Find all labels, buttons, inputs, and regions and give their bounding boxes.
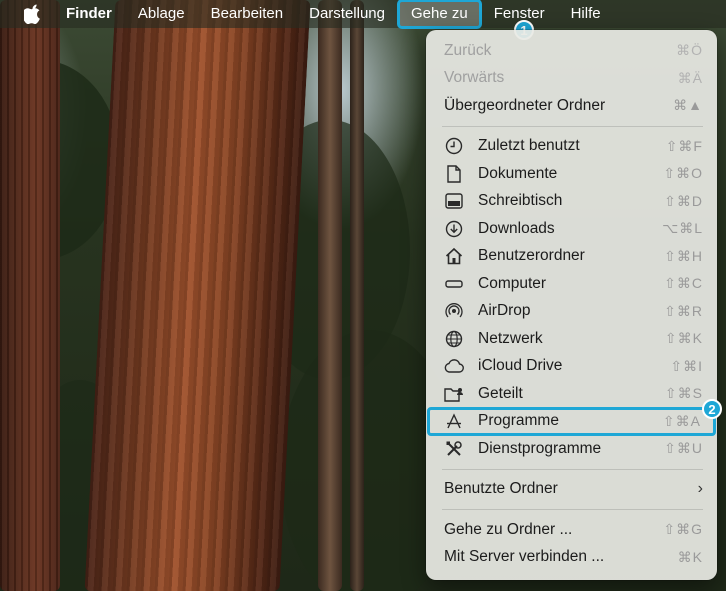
menu-item-home[interactable]: Benutzerordner ⇧⌘H bbox=[426, 243, 717, 271]
menu-item-label: Übergeordneter Ordner bbox=[444, 96, 606, 114]
menu-item-label: Vorwärts bbox=[444, 69, 505, 87]
menu-bearbeiten[interactable]: Bearbeiten bbox=[198, 0, 297, 28]
menu-item-downloads[interactable]: Downloads ⌥⌘L bbox=[426, 215, 717, 243]
clock-icon bbox=[444, 136, 464, 156]
menu-item-computer[interactable]: Computer ⇧⌘C bbox=[426, 270, 717, 298]
menu-item-label: Mit Server verbinden ... bbox=[444, 548, 605, 566]
desktop-icon bbox=[444, 191, 464, 211]
menu-item-shortcut: ⇧⌘K bbox=[664, 330, 703, 347]
menu-gehe-zu[interactable]: Gehe zu bbox=[397, 0, 482, 29]
menu-item-utilities[interactable]: Dienstprogramme ⇧⌘U bbox=[426, 435, 717, 463]
menu-item-shortcut: ⇧⌘I bbox=[670, 357, 703, 374]
menu-item-shortcut: ⇧⌘U bbox=[664, 440, 703, 457]
applications-icon bbox=[444, 411, 464, 431]
menu-item-shortcut: ⌘Ä bbox=[677, 69, 703, 86]
menu-item-network[interactable]: Netzwerk ⇧⌘K bbox=[426, 325, 717, 353]
menu-item-recents[interactable]: Zuletzt benutzt ⇧⌘F bbox=[426, 133, 717, 161]
menu-item-shortcut: ⌘Ö bbox=[676, 42, 703, 59]
menu-item-label: Computer bbox=[478, 274, 547, 292]
menu-item-shortcut: ⇧⌘G bbox=[663, 521, 703, 538]
menu-finder[interactable]: Finder bbox=[66, 0, 125, 28]
menu-item-label: Zuletzt benutzt bbox=[478, 137, 580, 155]
menu-bar: Finder Ablage Bearbeiten Darstellung Geh… bbox=[0, 0, 726, 29]
shared-folder-icon bbox=[444, 384, 464, 404]
menu-darstellung[interactable]: Darstellung bbox=[296, 0, 398, 28]
menu-item-label: Dokumente bbox=[478, 164, 558, 182]
utilities-icon bbox=[444, 439, 464, 459]
menu-item-label: Benutzte Ordner bbox=[444, 480, 558, 498]
menu-item-label: iCloud Drive bbox=[478, 357, 563, 375]
home-icon bbox=[444, 246, 464, 266]
menu-item-shortcut: ⇧⌘A bbox=[662, 412, 701, 429]
menu-item-label: Benutzerordner bbox=[478, 247, 585, 265]
menu-item-go-to-folder[interactable]: Gehe zu Ordner ... ⇧⌘G bbox=[426, 516, 717, 544]
menu-item-back[interactable]: Zurück ⌘Ö bbox=[426, 37, 717, 65]
menu-item-label: Zurück bbox=[444, 41, 492, 59]
menu-item-shortcut: ⇧⌘F bbox=[665, 137, 703, 154]
network-icon bbox=[444, 329, 464, 349]
menu-item-shortcut: ⇧⌘D bbox=[664, 192, 703, 209]
menu-item-label: Gehe zu Ordner ... bbox=[444, 520, 573, 538]
menu-item-label: Schreibtisch bbox=[478, 192, 563, 210]
chevron-right-icon: › bbox=[697, 480, 703, 498]
menu-ablage[interactable]: Ablage bbox=[125, 0, 198, 28]
menu-item-icloud-drive[interactable]: iCloud Drive ⇧⌘I bbox=[426, 353, 717, 381]
apple-logo-icon[interactable] bbox=[24, 4, 44, 24]
step-badge-2: 2 bbox=[702, 399, 722, 419]
menu-item-shortcut: ⌘▲ bbox=[673, 97, 703, 114]
menu-item-label: Netzwerk bbox=[478, 329, 543, 347]
gehe-zu-dropdown-menu: Zurück ⌘Ö Vorwärts ⌘Ä Übergeordneter Ord… bbox=[426, 30, 717, 580]
menu-item-label: Downloads bbox=[478, 219, 555, 237]
menu-item-airdrop[interactable]: AirDrop ⇧⌘R bbox=[426, 298, 717, 326]
menu-hilfe[interactable]: Hilfe bbox=[558, 0, 614, 28]
menu-item-shortcut: ⌥⌘L bbox=[662, 220, 703, 237]
menu-item-label: AirDrop bbox=[478, 302, 531, 320]
menu-item-label: Programme bbox=[478, 412, 559, 430]
menu-item-forward[interactable]: Vorwärts ⌘Ä bbox=[426, 65, 717, 93]
menu-item-shortcut: ⇧⌘H bbox=[664, 247, 703, 264]
document-icon bbox=[444, 164, 464, 184]
menu-item-shortcut: ⇧⌘R bbox=[664, 302, 703, 319]
menu-item-connect-to-server[interactable]: Mit Server verbinden ... ⌘K bbox=[426, 544, 717, 572]
menu-item-documents[interactable]: Dokumente ⇧⌘O bbox=[426, 160, 717, 188]
menu-item-shortcut: ⇧⌘S bbox=[664, 385, 703, 402]
menu-item-shared[interactable]: Geteilt ⇧⌘S bbox=[426, 380, 717, 408]
computer-icon bbox=[444, 274, 464, 294]
menu-item-label: Dienstprogramme bbox=[478, 439, 602, 457]
menu-item-applications[interactable]: Programme ⇧⌘A bbox=[427, 406, 716, 436]
download-icon bbox=[444, 219, 464, 239]
menu-item-shortcut: ⇧⌘C bbox=[664, 275, 703, 292]
menu-separator bbox=[442, 468, 703, 470]
menu-separator bbox=[442, 125, 703, 127]
menu-item-label: Geteilt bbox=[478, 384, 523, 402]
menu-separator bbox=[442, 509, 703, 510]
cloud-icon bbox=[444, 356, 464, 376]
menu-item-shortcut: ⇧⌘O bbox=[663, 165, 703, 182]
menu-item-shortcut: ⌘K bbox=[677, 548, 703, 565]
menu-item-enclosing-folder[interactable]: Übergeordneter Ordner ⌘▲ bbox=[426, 92, 717, 120]
menu-item-recent-folders[interactable]: Benutzte Ordner › bbox=[426, 476, 717, 504]
menu-item-desktop[interactable]: Schreibtisch ⇧⌘D bbox=[426, 188, 717, 216]
airdrop-icon bbox=[444, 301, 464, 321]
